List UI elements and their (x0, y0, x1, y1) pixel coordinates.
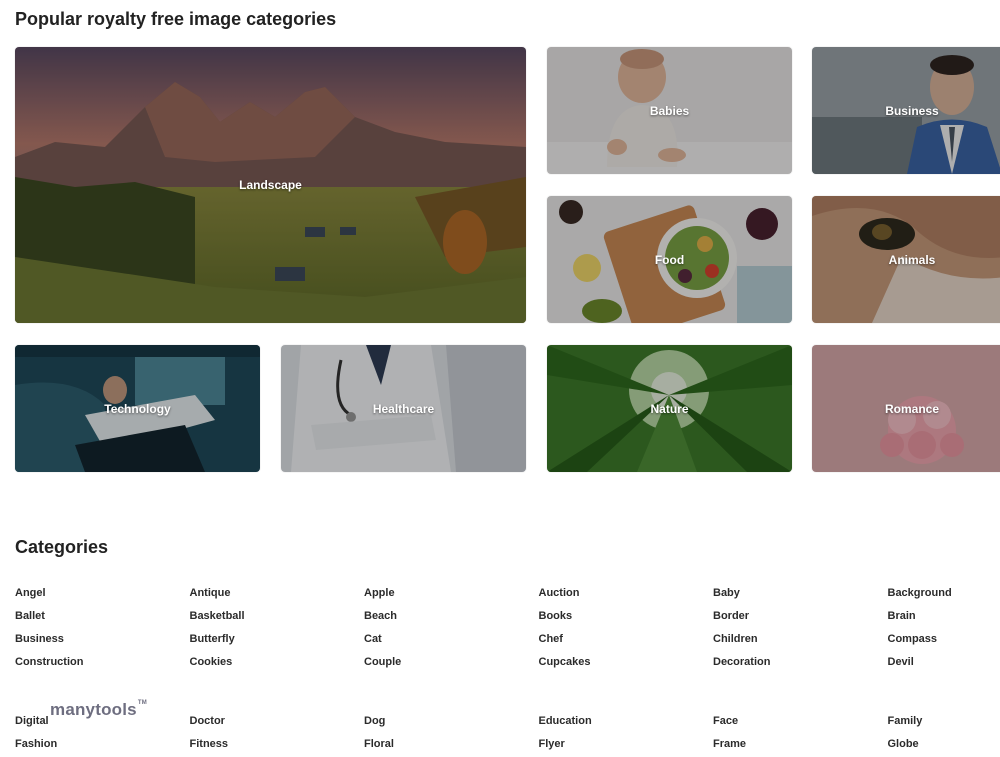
tile-business[interactable]: Business (812, 47, 1000, 174)
category-link[interactable]: Apple (364, 586, 539, 600)
category-link[interactable]: Compass (888, 632, 1000, 646)
watermark-brand: manytools (50, 700, 137, 719)
category-link[interactable]: Couple (364, 655, 539, 669)
watermark-tm: TM (137, 700, 147, 706)
category-link[interactable]: Floral (364, 737, 539, 751)
category-link[interactable]: Basketball (190, 609, 365, 623)
tile-label: Animals (888, 252, 936, 267)
category-link[interactable]: Cat (364, 632, 539, 646)
tile-label: Food (654, 252, 685, 267)
category-link[interactable]: Brain (888, 609, 1000, 623)
category-link[interactable]: Dog (364, 714, 539, 728)
category-list-b: Digital Doctor Dog Education Face Family… (15, 714, 1000, 751)
category-link[interactable]: Flyer (539, 737, 714, 751)
tile-technology[interactable]: Technology (15, 345, 260, 472)
tile-label: Nature (650, 401, 689, 416)
category-link[interactable]: Doctor (190, 714, 365, 728)
tile-label: Landscape (239, 178, 302, 192)
tile-babies[interactable]: Babies (547, 47, 792, 174)
category-link[interactable]: Fitness (190, 737, 365, 751)
category-link[interactable]: Children (713, 632, 888, 646)
category-link[interactable]: Globe (888, 737, 1000, 751)
tile-romance[interactable]: Romance (812, 345, 1000, 472)
tile-nature[interactable]: Nature (547, 345, 792, 472)
category-link[interactable]: Fashion (15, 737, 190, 751)
category-link[interactable]: Beach (364, 609, 539, 623)
category-link[interactable]: Auction (539, 586, 714, 600)
category-link[interactable]: Chef (539, 632, 714, 646)
tile-label: Romance (884, 401, 940, 416)
category-link[interactable]: Construction (15, 655, 190, 669)
category-link[interactable]: Family (888, 714, 1000, 728)
category-link[interactable]: Butterfly (190, 632, 365, 646)
category-link[interactable]: Cookies (190, 655, 365, 669)
manytools-watermark: manytoolsTM (50, 700, 147, 720)
tile-label: Healthcare (372, 401, 435, 416)
category-link[interactable]: Baby (713, 586, 888, 600)
category-link[interactable]: Antique (190, 586, 365, 600)
category-link[interactable]: Ballet (15, 609, 190, 623)
category-link[interactable]: Background (888, 586, 1000, 600)
tile-animals[interactable]: Animals (812, 196, 1000, 323)
category-link[interactable]: Books (539, 609, 714, 623)
category-link[interactable]: Cupcakes (539, 655, 714, 669)
popular-categories-title: Popular royalty free image categories (15, 9, 337, 29)
category-link[interactable]: Frame (713, 737, 888, 751)
category-link[interactable]: Border (713, 609, 888, 623)
tile-label: Babies (649, 103, 690, 118)
tile-food[interactable]: Food (547, 196, 792, 323)
tile-label: Business (885, 103, 939, 118)
category-link[interactable]: Devil (888, 655, 1000, 669)
tile-label: Technology (104, 401, 171, 416)
categories-title: Categories (15, 537, 109, 557)
tile-landscape[interactable]: Landscape (15, 47, 526, 323)
category-link[interactable]: Angel (15, 586, 190, 600)
category-link[interactable]: Education (539, 714, 714, 728)
category-link[interactable]: Decoration (713, 655, 888, 669)
tile-healthcare[interactable]: Healthcare (281, 345, 526, 472)
category-link[interactable]: Business (15, 632, 190, 646)
category-link[interactable]: Face (713, 714, 888, 728)
category-list-a: Angel Antique Apple Auction Baby Backgro… (15, 586, 1000, 669)
